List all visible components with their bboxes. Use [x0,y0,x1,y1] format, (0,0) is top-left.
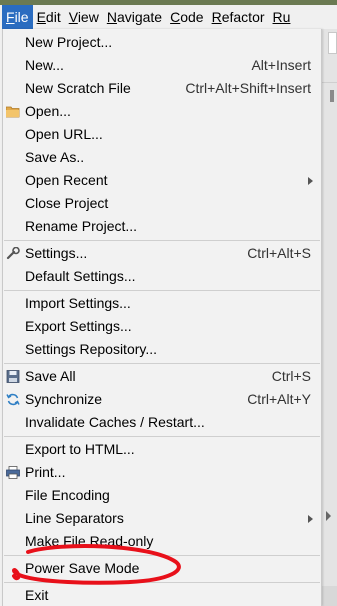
menu-item-file-encoding[interactable]: File Encoding [3,484,321,507]
menu-item-save-as[interactable]: Save As.. [3,146,321,169]
menu-separator [4,555,320,556]
menu-item-settings-repository[interactable]: Settings Repository... [3,338,321,361]
menu-item-save-all[interactable]: Save All Ctrl+S [3,365,321,388]
menu-item-invalidate-caches[interactable]: Invalidate Caches / Restart... [3,411,321,434]
editor-tab-marker [330,90,334,102]
toolbar-field[interactable] [328,32,337,54]
scrollbar[interactable] [322,586,337,606]
menu-navigate[interactable]: Navigate [103,5,166,29]
editor-divider [322,82,337,83]
menu-run[interactable]: Ru [269,5,295,29]
submenu-arrow-icon [308,515,313,523]
menu-item-open[interactable]: Open... [3,100,321,123]
menu-file[interactable]: File [2,5,33,29]
save-icon [6,370,20,383]
menu-item-power-save-mode[interactable]: Power Save Mode [3,557,321,580]
submenu-arrow-icon [308,177,313,185]
wrench-icon [6,247,20,260]
printer-icon [6,466,20,479]
menu-separator [4,582,320,583]
file-menu-dropdown: New Project... New... Alt+Insert New Scr… [2,29,322,606]
menu-item-close-project[interactable]: Close Project [3,192,321,215]
menu-separator [4,363,320,364]
menu-item-make-file-read-only[interactable]: Make File Read-only [3,530,321,553]
menu-item-synchronize[interactable]: Synchronize Ctrl+Alt+Y [3,388,321,411]
menu-item-export-settings[interactable]: Export Settings... [3,315,321,338]
menu-item-exit[interactable]: Exit [3,584,321,606]
menu-item-import-settings[interactable]: Import Settings... [3,292,321,315]
menu-item-default-settings[interactable]: Default Settings... [3,265,321,288]
scroll-right-arrow-icon[interactable] [326,511,331,521]
menu-separator [4,290,320,291]
menu-view[interactable]: View [65,5,103,29]
menu-item-line-separators[interactable]: Line Separators [3,507,321,530]
menu-separator [4,436,320,437]
menu-item-open-recent[interactable]: Open Recent [3,169,321,192]
sync-icon [6,393,20,406]
menu-item-open-url[interactable]: Open URL... [3,123,321,146]
menu-item-new[interactable]: New... Alt+Insert [3,54,321,77]
menu-item-print[interactable]: Print... [3,461,321,484]
menu-item-rename-project[interactable]: Rename Project... [3,215,321,238]
menu-bar: File Edit View Navigate Code Refactor Ru [0,5,337,29]
menu-item-settings[interactable]: Settings... Ctrl+Alt+S [3,242,321,265]
menu-item-new-scratch-file[interactable]: New Scratch File Ctrl+Alt+Shift+Insert [3,77,321,100]
menu-separator [4,240,320,241]
menu-code[interactable]: Code [166,5,207,29]
folder-icon [6,106,20,118]
menu-item-new-project[interactable]: New Project... [3,31,321,54]
menu-refactor[interactable]: Refactor [208,5,269,29]
menu-edit[interactable]: Edit [33,5,65,29]
menu-item-export-to-html[interactable]: Export to HTML... [3,438,321,461]
